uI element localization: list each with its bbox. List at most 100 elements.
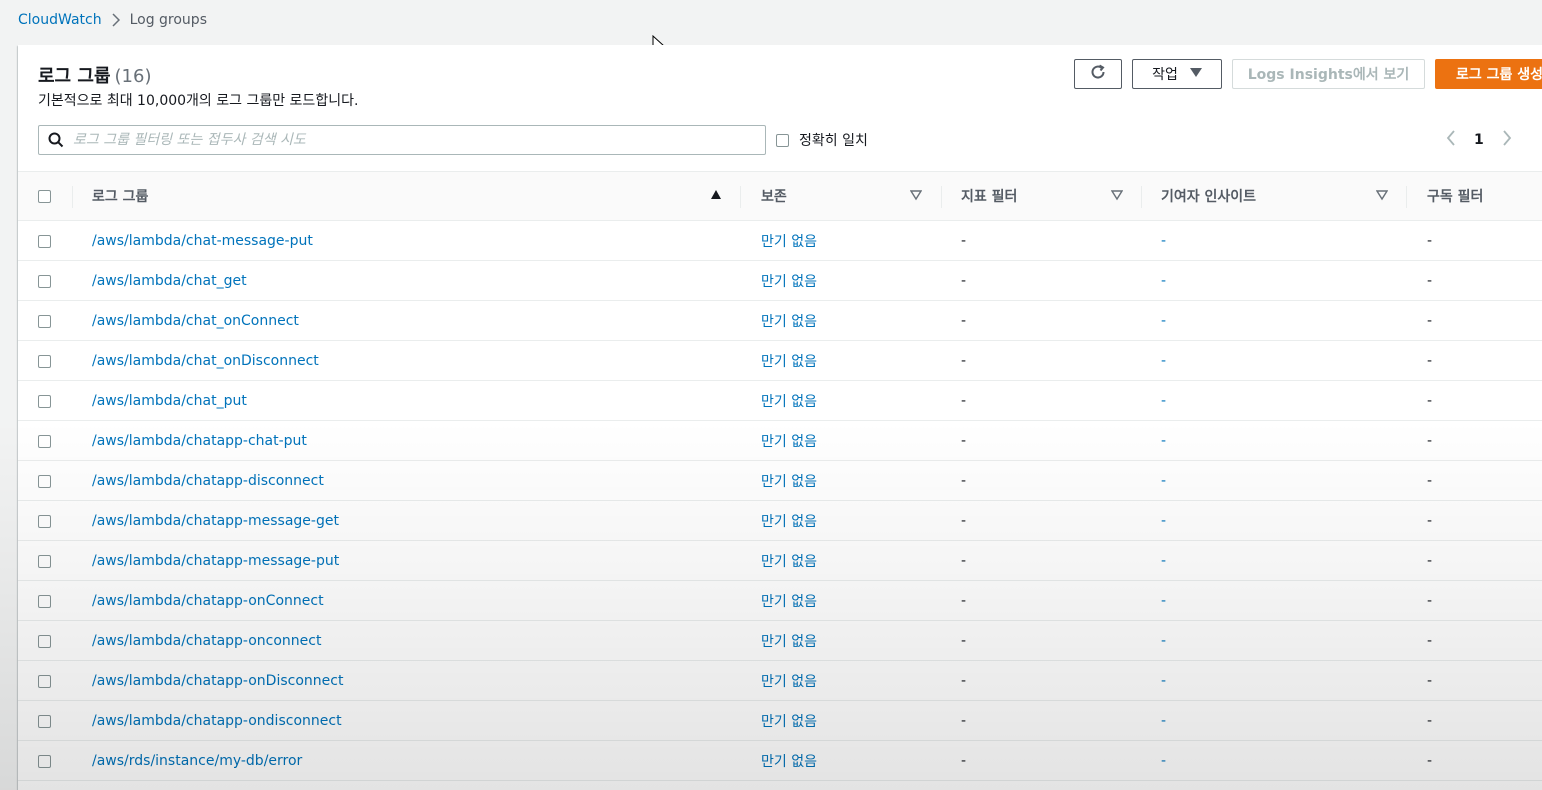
exact-match-toggle[interactable]: 정확히 일치 <box>776 130 868 150</box>
contributor-insights-value: - <box>1161 313 1167 329</box>
log-group-name-link[interactable]: /aws/lambda/chatapp-onDisconnect <box>92 661 343 701</box>
log-groups-table: 로그 그룹 보존 지표 필터 기여자 인사이트 구독 필터 /aws/lambd… <box>18 171 1542 781</box>
log-group-name-link[interactable]: /aws/lambda/chatapp-chat-put <box>92 421 307 461</box>
create-log-group-button[interactable]: 로그 그룹 생성 <box>1435 59 1542 89</box>
retention-link[interactable]: 만기 없음 <box>761 741 817 781</box>
retention-link[interactable]: 만기 없음 <box>761 661 817 701</box>
breadcrumb-cloudwatch-link[interactable]: CloudWatch <box>18 12 102 28</box>
log-group-name-link[interactable]: /aws/lambda/chatapp-onconnect <box>92 621 321 661</box>
table-row[interactable]: /aws/lambda/chat_get 만기 없음 - - - <box>18 261 1542 301</box>
table-row[interactable]: /aws/lambda/chatapp-onDisconnect 만기 없음 - - - <box>18 661 1542 701</box>
table-row[interactable]: /aws/lambda/chat_put 만기 없음 - - - <box>18 381 1542 421</box>
retention-link[interactable]: 만기 없음 <box>761 501 817 541</box>
row-select-cell <box>38 221 51 261</box>
row-checkbox[interactable] <box>38 714 51 728</box>
row-checkbox[interactable] <box>38 674 51 688</box>
table-row[interactable]: /aws/lambda/chatapp-message-get 만기 없음 - - - <box>18 501 1542 541</box>
column-header-log-group[interactable]: 로그 그룹 <box>92 172 148 220</box>
retention-link[interactable]: 만기 없음 <box>761 581 817 621</box>
chevron-right-icon[interactable] <box>1502 130 1512 150</box>
row-select-cell <box>38 661 51 701</box>
log-group-name-link[interactable]: /aws/lambda/chat_put <box>92 381 247 421</box>
row-checkbox[interactable] <box>38 754 51 768</box>
row-checkbox[interactable] <box>38 234 51 248</box>
log-group-name-link[interactable]: /aws/lambda/chatapp-ondisconnect <box>92 701 342 741</box>
table-body: /aws/lambda/chat-message-put 만기 없음 - - - /aws… <box>18 221 1542 781</box>
contributor-insights-value: - <box>1161 273 1167 289</box>
log-group-name-link[interactable]: /aws/lambda/chat_onConnect <box>92 301 299 341</box>
sort-icon[interactable] <box>1110 189 1124 205</box>
row-checkbox[interactable] <box>38 434 51 448</box>
table-row[interactable]: /aws/rds/instance/my-db/error 만기 없음 - - - <box>18 741 1542 781</box>
row-checkbox[interactable] <box>38 594 51 608</box>
retention-link[interactable]: 만기 없음 <box>761 381 817 421</box>
metric-filters-value: - <box>961 633 967 649</box>
retention-link[interactable]: 만기 없음 <box>761 461 817 501</box>
contributor-insights-value: - <box>1161 753 1167 769</box>
table-row[interactable]: /aws/lambda/chatapp-disconnect 만기 없음 - - - <box>18 461 1542 501</box>
retention-link[interactable]: 만기 없음 <box>761 301 817 341</box>
sort-ascending-icon[interactable] <box>710 189 722 205</box>
log-group-name-link[interactable]: /aws/lambda/chat_onDisconnect <box>92 341 319 381</box>
log-group-name-link[interactable]: /aws/lambda/chatapp-onConnect <box>92 581 324 621</box>
table-row[interactable]: /aws/lambda/chatapp-chat-put 만기 없음 - - - <box>18 421 1542 461</box>
log-group-name-link[interactable]: /aws/lambda/chatapp-message-get <box>92 501 339 541</box>
metric-filters-value: - <box>961 753 967 769</box>
table-row[interactable]: /aws/lambda/chat-message-put 만기 없음 - - - <box>18 221 1542 261</box>
current-page-number[interactable]: 1 <box>1474 132 1484 148</box>
log-group-name-link[interactable]: /aws/lambda/chatapp-disconnect <box>92 461 324 501</box>
row-checkbox[interactable] <box>38 354 51 368</box>
retention-link[interactable]: 만기 없음 <box>761 261 817 301</box>
row-checkbox[interactable] <box>38 634 51 648</box>
subscription-filters-value: - <box>1427 673 1433 689</box>
chevron-right-icon <box>112 13 120 27</box>
table-row[interactable]: /aws/lambda/chatapp-onConnect 만기 없음 - - - <box>18 581 1542 621</box>
table-row[interactable]: /aws/lambda/chat_onDisconnect 만기 없음 - - - <box>18 341 1542 381</box>
column-header-retention[interactable]: 보존 <box>761 172 787 220</box>
log-group-name-link[interactable]: /aws/rds/instance/my-db/error <box>92 741 302 781</box>
row-select-cell <box>38 301 51 341</box>
subscription-filters-value: - <box>1427 273 1433 289</box>
contributor-insights-value: - <box>1161 433 1167 449</box>
retention-link[interactable]: 만기 없음 <box>761 621 817 661</box>
select-all-checkbox[interactable] <box>38 189 51 203</box>
metric-filters-value: - <box>961 313 967 329</box>
row-checkbox[interactable] <box>38 394 51 408</box>
retention-link[interactable]: 만기 없음 <box>761 701 817 741</box>
log-group-name-link[interactable]: /aws/lambda/chatapp-message-put <box>92 541 339 581</box>
exact-match-checkbox[interactable] <box>776 133 789 147</box>
breadcrumb: CloudWatch Log groups <box>18 10 207 30</box>
metric-filters-value: - <box>961 713 967 729</box>
metric-filters-value: - <box>961 593 967 609</box>
search-input[interactable] <box>73 126 765 154</box>
column-header-subscription-filters[interactable]: 구독 필터 <box>1427 172 1483 220</box>
retention-link[interactable]: 만기 없음 <box>761 221 817 261</box>
row-checkbox[interactable] <box>38 274 51 288</box>
retention-link[interactable]: 만기 없음 <box>761 541 817 581</box>
breadcrumb-current: Log groups <box>129 12 207 28</box>
row-checkbox[interactable] <box>38 514 51 528</box>
log-group-name-link[interactable]: /aws/lambda/chat_get <box>92 261 247 301</box>
caret-down-icon <box>1189 66 1202 82</box>
table-row[interactable]: /aws/lambda/chatapp-message-put 만기 없음 - - - <box>18 541 1542 581</box>
log-group-name-link[interactable]: /aws/lambda/chat-message-put <box>92 221 313 261</box>
row-select-cell <box>38 701 51 741</box>
retention-link[interactable]: 만기 없음 <box>761 421 817 461</box>
table-row[interactable]: /aws/lambda/chatapp-ondisconnect 만기 없음 - - - <box>18 701 1542 741</box>
retention-link[interactable]: 만기 없음 <box>761 341 817 381</box>
contributor-insights-value: - <box>1161 713 1167 729</box>
view-in-logs-insights-button[interactable]: Logs Insights에서 보기 <box>1232 59 1425 89</box>
sort-icon[interactable] <box>1375 189 1389 205</box>
page-title-text: 로그 그룹 <box>38 66 111 87</box>
actions-dropdown-button[interactable]: 작업 <box>1132 59 1222 89</box>
column-header-metric-filters[interactable]: 지표 필터 <box>961 172 1017 220</box>
column-header-contributor-insights[interactable]: 기여자 인사이트 <box>1161 172 1256 220</box>
row-checkbox[interactable] <box>38 474 51 488</box>
row-checkbox[interactable] <box>38 314 51 328</box>
sort-icon[interactable] <box>909 189 923 205</box>
table-row[interactable]: /aws/lambda/chatapp-onconnect 만기 없음 - - - <box>18 621 1542 661</box>
chevron-left-icon[interactable] <box>1446 130 1456 150</box>
table-row[interactable]: /aws/lambda/chat_onConnect 만기 없음 - - - <box>18 301 1542 341</box>
row-checkbox[interactable] <box>38 554 51 568</box>
refresh-button[interactable] <box>1074 59 1122 89</box>
